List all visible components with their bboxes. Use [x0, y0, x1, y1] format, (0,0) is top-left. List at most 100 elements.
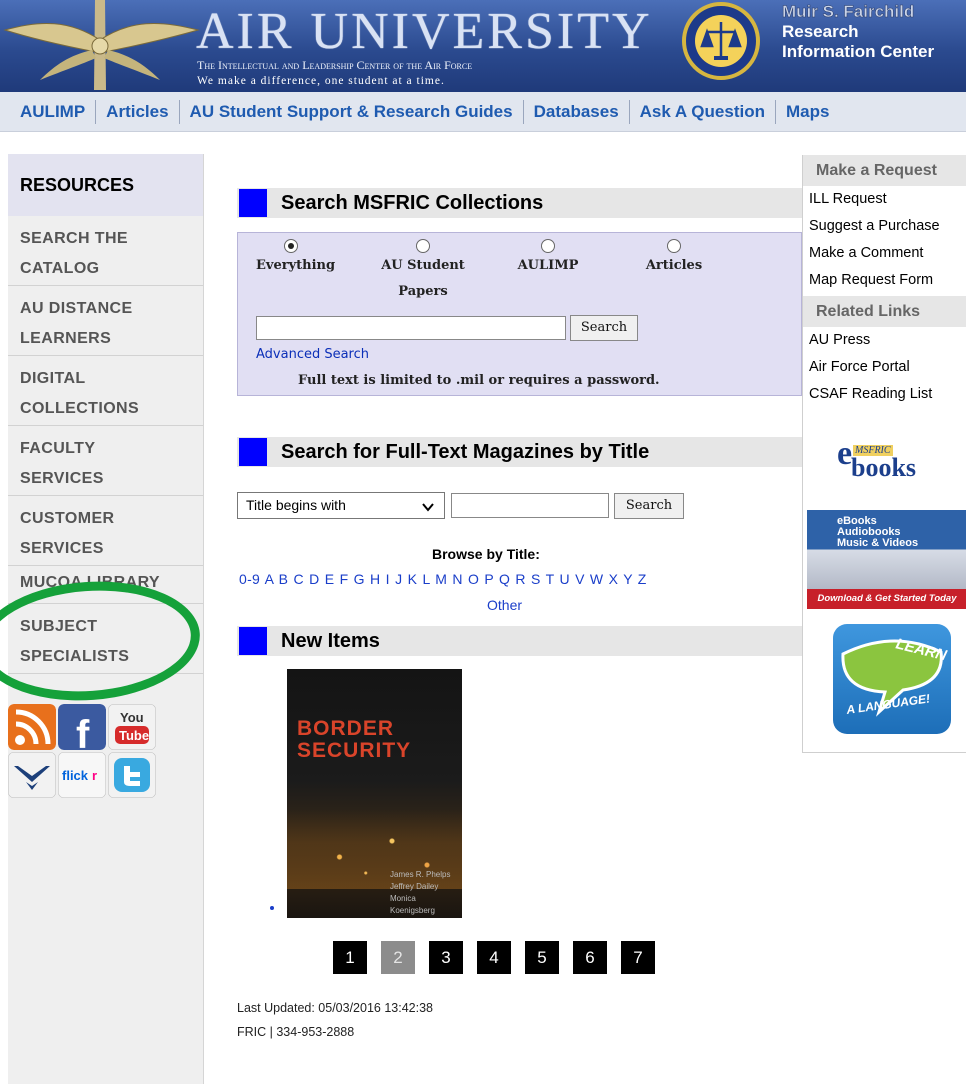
letter-link[interactable]: H	[370, 571, 380, 587]
letter-link[interactable]: O	[468, 571, 479, 587]
letter-link[interactable]: F	[340, 571, 349, 587]
resources-heading: RESOURCES	[8, 154, 203, 216]
sidebar-item-search-catalog[interactable]: SEARCH THE CATALOG	[8, 216, 203, 286]
sidebar-item-faculty-services[interactable]: FACULTY SERVICES	[8, 426, 203, 496]
option-articles[interactable]: Articles	[634, 239, 714, 279]
option-everything[interactable]: Everything	[256, 239, 335, 279]
full-text-note: Full text is limited to .mil or requires…	[298, 373, 660, 388]
sidebar-item-label: AU DISTANCE	[20, 300, 133, 317]
sidebar-item-digital-collections[interactable]: DIGITAL COLLECTIONS	[8, 356, 203, 426]
sidebar-item-label: COLLECTIONS	[20, 400, 140, 417]
letter-link[interactable]: X	[609, 571, 619, 587]
ebooks-audiobooks-banner[interactable]: eBooks Audiobooks Music & Videos Downloa…	[807, 510, 966, 609]
au-press-link[interactable]: AU Press	[803, 327, 966, 354]
list-bullet	[270, 906, 274, 910]
book-title-line-2: SECURITY	[297, 739, 412, 762]
flickr-icon[interactable]: flick r	[58, 752, 106, 798]
letter-link[interactable]: S	[531, 571, 541, 587]
letter-link[interactable]: D	[309, 571, 319, 587]
advanced-search-link[interactable]: Advanced Search	[256, 347, 369, 362]
select-value: Title begins with	[246, 497, 346, 513]
sidebar-item-label: DIGITAL	[20, 370, 86, 387]
letter-link[interactable]: V	[575, 571, 585, 587]
collections-search-input[interactable]	[256, 316, 566, 340]
magazine-title-input[interactable]	[451, 493, 609, 518]
twitter-icon[interactable]	[108, 752, 156, 798]
option-aulimp[interactable]: AULIMP	[508, 239, 588, 279]
page-button-7[interactable]: 7	[621, 941, 655, 974]
letter-link[interactable]: E	[325, 571, 335, 587]
letter-link[interactable]: N	[452, 571, 462, 587]
rss-icon[interactable]	[8, 704, 56, 750]
letter-link[interactable]: M	[435, 571, 447, 587]
learn-a-language-banner[interactable]: LEARN A LANGUAGE!	[833, 624, 951, 734]
letter-link[interactable]: G	[354, 571, 365, 587]
magazines-heading-bar: Search for Full-Text Magazines by Title	[237, 437, 802, 467]
collections-search-button[interactable]: Search	[570, 315, 638, 341]
page-button-3[interactable]: 3	[429, 941, 463, 974]
research-center-seal-icon	[682, 2, 760, 80]
letter-link[interactable]: C	[293, 571, 303, 587]
letter-link[interactable]: B	[279, 571, 289, 587]
option-au-student-papers[interactable]: AU Student Papers	[378, 239, 468, 305]
ill-request-link[interactable]: ILL Request	[803, 186, 966, 213]
letter-link[interactable]: K	[408, 571, 418, 587]
site-tagline: We make a difference, one student at a t…	[197, 75, 445, 87]
browse-letter-links: 0-9 A B C D E F G H I J K L M N O P Q R …	[239, 571, 647, 587]
radio-everything[interactable]	[284, 239, 298, 253]
section-square-icon	[239, 189, 267, 217]
last-updated-text: Last Updated: 05/03/2016 13:42:38	[237, 1001, 433, 1015]
air-force-icon[interactable]	[8, 752, 56, 798]
letter-link[interactable]: Z	[638, 571, 647, 587]
page-button-6[interactable]: 6	[573, 941, 607, 974]
page-button-2[interactable]: 2	[381, 941, 415, 974]
make-comment-link[interactable]: Make a Comment	[803, 240, 966, 267]
radio-aulimp[interactable]	[541, 239, 555, 253]
radio-articles[interactable]	[667, 239, 681, 253]
make-a-request-heading: Make a Request	[803, 155, 966, 186]
letter-link[interactable]: T	[546, 571, 555, 587]
sidebar-item-distance-learners[interactable]: AU DISTANCE LEARNERS	[8, 286, 203, 356]
radio-au-student-papers[interactable]	[416, 239, 430, 253]
title-match-select[interactable]: Title begins with	[237, 492, 445, 519]
page-button-4[interactable]: 4	[477, 941, 511, 974]
letter-link[interactable]: W	[590, 571, 604, 587]
letter-link[interactable]: J	[395, 571, 402, 587]
csaf-reading-list-link[interactable]: CSAF Reading List	[803, 381, 966, 408]
letter-link[interactable]: L	[422, 571, 430, 587]
site-title: AIR UNIVERSITY	[196, 3, 653, 60]
suggest-purchase-link[interactable]: Suggest a Purchase	[803, 213, 966, 240]
msfric-ebooks-logo[interactable]: e MSFRIC books	[837, 435, 947, 491]
letter-link[interactable]: U	[559, 571, 569, 587]
nav-aulimp[interactable]: AULIMP	[10, 102, 95, 122]
book-author: Jeffrey Dailey	[390, 882, 439, 891]
air-force-portal-link[interactable]: Air Force Portal	[803, 354, 966, 381]
letter-link[interactable]: P	[484, 571, 493, 587]
letter-link[interactable]: Y	[623, 571, 632, 587]
nav-research-guides[interactable]: AU Student Support & Research Guides	[180, 102, 523, 122]
page-button-1[interactable]: 1	[333, 941, 367, 974]
sidebar-item-customer-services[interactable]: CUSTOMER SERVICES	[8, 496, 203, 566]
top-navigation: AULIMP Articles AU Student Support & Res…	[0, 92, 966, 132]
facebook-icon[interactable]: f	[58, 704, 106, 750]
letter-link[interactable]: 0-9	[239, 571, 260, 587]
sidebar-item-label: CATALOG	[20, 260, 100, 277]
youtube-icon[interactable]: You Tube	[108, 704, 156, 750]
nav-maps[interactable]: Maps	[776, 102, 839, 122]
map-request-form-link[interactable]: Map Request Form	[803, 267, 966, 294]
option-label: AULIMP	[517, 258, 579, 273]
letter-link[interactable]: R	[515, 571, 525, 587]
letter-link[interactable]: Q	[499, 571, 510, 587]
nav-databases[interactable]: Databases	[524, 102, 629, 122]
book-cover-border-security[interactable]: BORDER SECURITY James R. Phelps Jeffrey …	[287, 669, 462, 918]
letter-link[interactable]: I	[386, 571, 390, 587]
nav-ask-a-question[interactable]: Ask A Question	[630, 102, 775, 122]
research-center-line-2: Research	[782, 22, 859, 41]
letter-link[interactable]: A	[265, 571, 274, 587]
nav-articles[interactable]: Articles	[96, 102, 178, 122]
section-square-icon	[239, 627, 267, 655]
ebooks-banner-bottom-text: Download & Get Started Today	[817, 593, 957, 604]
magazine-search-button[interactable]: Search	[614, 493, 684, 519]
browse-other-link[interactable]: Other	[487, 597, 522, 613]
page-button-5[interactable]: 5	[525, 941, 559, 974]
